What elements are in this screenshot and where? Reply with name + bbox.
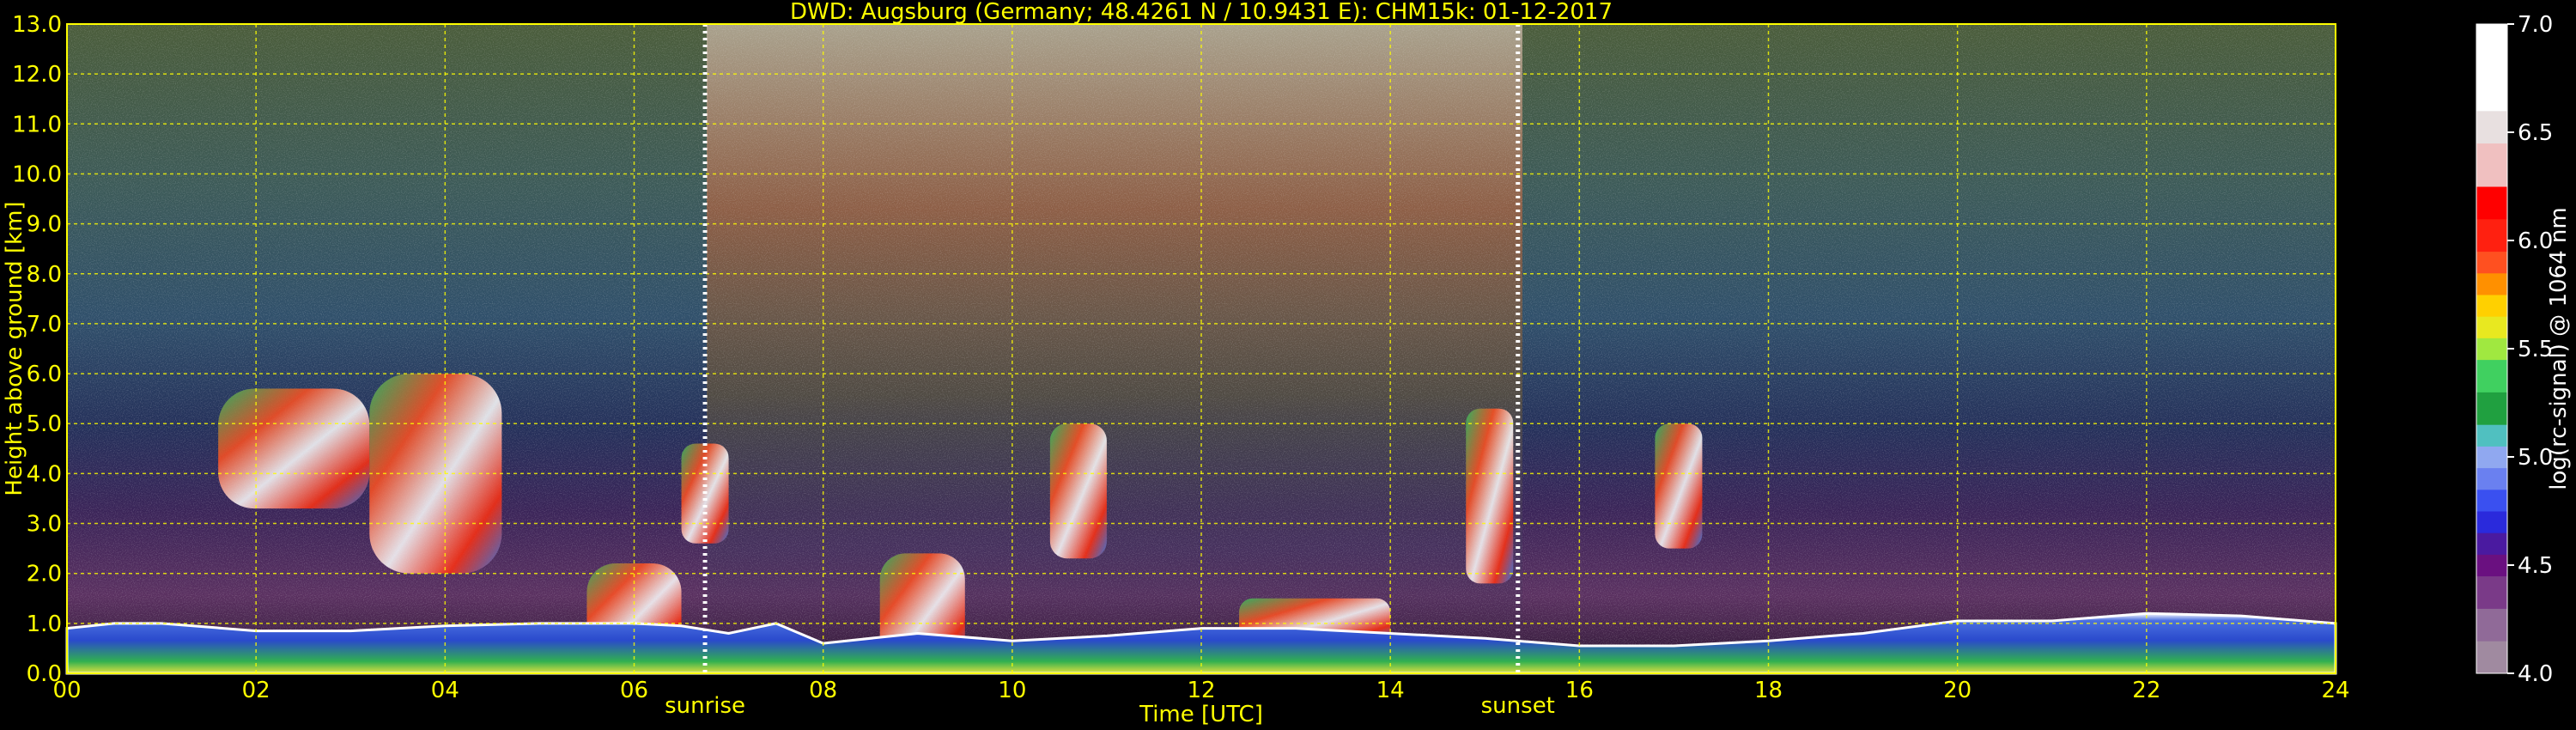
y-tick-label: 5.0 <box>27 411 62 437</box>
colorbar-segment <box>2476 295 2507 317</box>
colorbar-segment <box>2476 392 2507 425</box>
colorbar-label: log(rc-signal) @ 1064 nm <box>2546 207 2572 490</box>
colorbar-segment <box>2476 218 2507 252</box>
x-axis-label: Time [UTC] <box>1139 702 1263 727</box>
y-tick-label: 0.0 <box>27 661 62 687</box>
colorbar-tick-label: 4.0 <box>2518 661 2553 687</box>
y-tick-label: 1.0 <box>27 611 62 637</box>
colorbar-segment <box>2476 575 2507 609</box>
colorbar-segment <box>2476 489 2507 512</box>
colorbar-segment <box>2476 316 2507 338</box>
y-tick-label: 4.0 <box>27 461 62 487</box>
cloud-layer <box>1655 423 1703 549</box>
colorbar-segment <box>2476 359 2507 392</box>
chart-title: DWD: Augsburg (Germany; 48.4261 N / 10.9… <box>790 0 1613 25</box>
y-tick-label: 3.0 <box>27 512 62 538</box>
x-tick-label: 10 <box>998 678 1026 703</box>
colorbar-segment <box>2476 251 2507 274</box>
y-axis-label: Height above ground [km] <box>2 201 27 496</box>
x-tick-label: 06 <box>620 678 648 703</box>
y-tick-label: 2.0 <box>27 562 62 587</box>
x-tick-label: 18 <box>1754 678 1783 703</box>
x-tick-label: 14 <box>1376 678 1405 703</box>
y-tick-label: 9.0 <box>27 212 62 238</box>
colorbar-segment <box>2476 272 2507 295</box>
ceilometer-chart: sunrise sunset 00 02 04 06 08 10 12 14 16 18 20 22 24… <box>2 0 2572 727</box>
x-tick-label: 16 <box>1565 678 1594 703</box>
colorbar-segment <box>2476 446 2507 469</box>
x-tick-label: 02 <box>242 678 270 703</box>
x-tick-label: 12 <box>1187 678 1215 703</box>
colorbar-segment <box>2476 532 2507 555</box>
colorbar <box>2476 23 2508 674</box>
colorbar-segment <box>2476 511 2507 533</box>
x-tick-label: 04 <box>431 678 459 703</box>
colorbar-segment <box>2476 110 2507 144</box>
y-tick-label: 13.0 <box>12 12 62 38</box>
colorbar-segment <box>2476 467 2507 490</box>
x-tick-label: 20 <box>1943 678 1971 703</box>
y-tick-label: 11.0 <box>12 112 62 137</box>
x-tick-label: 24 <box>2321 678 2349 703</box>
x-tick-label: 08 <box>809 678 837 703</box>
y-tick-label: 8.0 <box>27 262 62 288</box>
colorbar-segment <box>2476 641 2507 674</box>
y-tick-label: 6.0 <box>27 362 62 387</box>
colorbar-segment <box>2476 554 2507 577</box>
colorbar-segment <box>2476 424 2507 447</box>
colorbar-tick-label: 6.5 <box>2518 120 2553 146</box>
y-tick-label: 10.0 <box>12 161 62 187</box>
cloud-layer <box>1049 423 1107 559</box>
x-tick-label: 22 <box>2132 678 2160 703</box>
cloud-layer <box>1466 408 1514 584</box>
colorbar-segment <box>2476 608 2507 642</box>
x-tick-labels: 00 02 04 06 08 10 12 14 16 18 20 22 24 <box>52 678 2349 703</box>
colorbar-tick-label: 4.5 <box>2518 553 2553 579</box>
colorbar-segment <box>2476 338 2507 361</box>
sun-marker-label: sunrise <box>665 693 745 719</box>
colorbar-segment <box>2476 24 2507 112</box>
colorbar-segment <box>2476 186 2507 220</box>
y-tick-label: 7.0 <box>27 312 62 338</box>
colorbar-tick-label: 7.0 <box>2518 12 2553 38</box>
cloud-layer <box>218 388 370 509</box>
colorbar-segment <box>2476 143 2507 187</box>
y-tick-label: 12.0 <box>12 62 62 88</box>
sun-marker-label: sunset <box>1481 693 1555 719</box>
